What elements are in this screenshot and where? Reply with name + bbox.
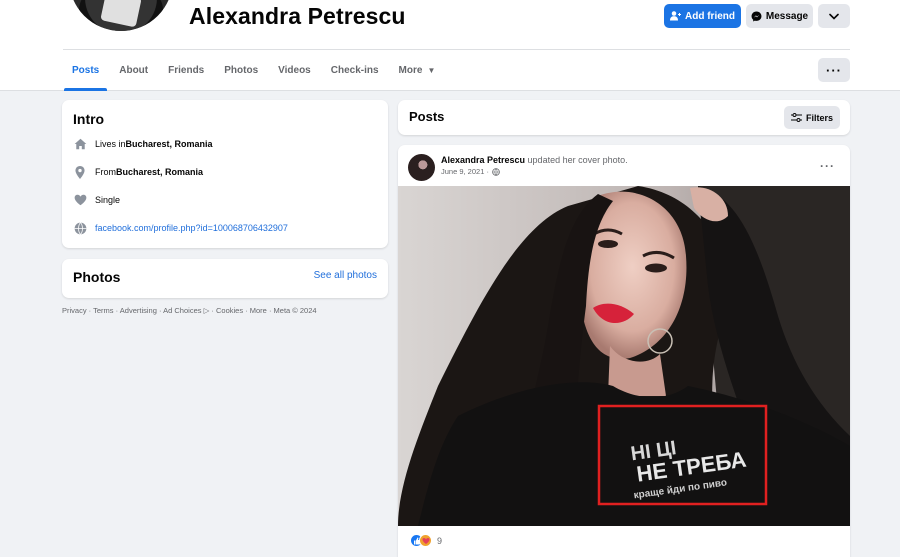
post-author-name[interactable]: Alexandra Petrescu bbox=[441, 155, 525, 165]
profile-options-dropdown[interactable] bbox=[818, 4, 850, 28]
posts-title: Posts bbox=[409, 109, 445, 124]
from-place: Bucharest, Romania bbox=[116, 167, 204, 177]
post-date[interactable]: June 9, 2021 · bbox=[441, 167, 500, 176]
care-reaction-icon bbox=[419, 534, 432, 547]
cover-photo-image[interactable]: НІ ЦІ НЕ ТРЕБА краще йди по пиво bbox=[398, 186, 850, 526]
person-add-icon bbox=[670, 11, 681, 21]
tab-about[interactable]: About bbox=[109, 50, 158, 90]
post-action-text: updated her cover photo. bbox=[525, 155, 628, 165]
posts-header-card: Posts Filters bbox=[398, 100, 850, 135]
relationship-status: Single bbox=[95, 195, 121, 205]
intro-title: Intro bbox=[73, 111, 105, 127]
post-headline: Alexandra Petrescu updated her cover pho… bbox=[441, 155, 628, 165]
location-pin-icon bbox=[73, 165, 87, 179]
profile-name: Alexandra Petrescu bbox=[189, 3, 406, 29]
globe-icon bbox=[73, 221, 87, 235]
tab-check-ins[interactable]: Check-ins bbox=[321, 50, 389, 90]
tabs-more-options-button[interactable]: ··· bbox=[818, 58, 850, 82]
message-button[interactable]: Message bbox=[746, 4, 813, 28]
intro-profile-link: facebook.com/profile.php?id=100068706432… bbox=[73, 220, 288, 236]
tab-posts[interactable]: Posts bbox=[62, 50, 109, 91]
post-card: Alexandra Petrescu updated her cover pho… bbox=[398, 145, 850, 557]
photos-card: Photos See all photos bbox=[62, 259, 388, 298]
globe-icon bbox=[492, 167, 500, 176]
filters-label: Filters bbox=[805, 112, 833, 123]
home-icon bbox=[73, 137, 87, 151]
post-options-button[interactable]: ··· bbox=[820, 159, 835, 173]
heart-icon bbox=[73, 193, 87, 207]
intro-card: Intro Lives in Bucharest, Romania From B… bbox=[62, 100, 388, 248]
profile-avatar[interactable] bbox=[66, 0, 176, 34]
post-reactions[interactable]: 9 bbox=[410, 534, 442, 547]
tab-videos[interactable]: Videos bbox=[268, 50, 321, 90]
tab-friends[interactable]: Friends bbox=[158, 50, 214, 90]
intro-from: From Bucharest, Romania bbox=[73, 164, 203, 180]
see-all-photos-link[interactable]: See all photos bbox=[314, 270, 377, 281]
message-label: Message bbox=[765, 10, 809, 22]
profile-link[interactable]: facebook.com/profile.php?id=100068706432… bbox=[95, 223, 288, 233]
footer-links[interactable]: Privacy · Terms · Advertising · Ad Choic… bbox=[62, 306, 317, 315]
chevron-down-icon bbox=[829, 13, 839, 20]
filters-button[interactable]: Filters bbox=[784, 106, 840, 129]
profile-header: Alexandra Petrescu Add friend Message Po… bbox=[0, 0, 900, 91]
intro-lives-in: Lives in Bucharest, Romania bbox=[73, 136, 213, 152]
add-friend-label: Add friend bbox=[685, 10, 735, 22]
add-friend-button[interactable]: Add friend bbox=[664, 4, 741, 28]
messenger-icon bbox=[751, 11, 762, 21]
tab-more[interactable]: More ▼ bbox=[389, 50, 446, 90]
post-author-avatar[interactable] bbox=[408, 154, 435, 181]
photos-title: Photos bbox=[73, 269, 121, 285]
cover-photo: НІ ЦІ НЕ ТРЕБА краще йди по пиво bbox=[398, 186, 850, 526]
lives-in-place: Bucharest, Romania bbox=[125, 139, 213, 149]
profile-tabs: Posts About Friends Photos Videos Check-… bbox=[62, 50, 446, 91]
tab-photos[interactable]: Photos bbox=[214, 50, 268, 90]
filters-icon bbox=[790, 113, 802, 122]
caret-down-icon: ▼ bbox=[427, 65, 436, 75]
intro-relationship: Single bbox=[73, 192, 120, 208]
reaction-count: 9 bbox=[437, 535, 443, 546]
